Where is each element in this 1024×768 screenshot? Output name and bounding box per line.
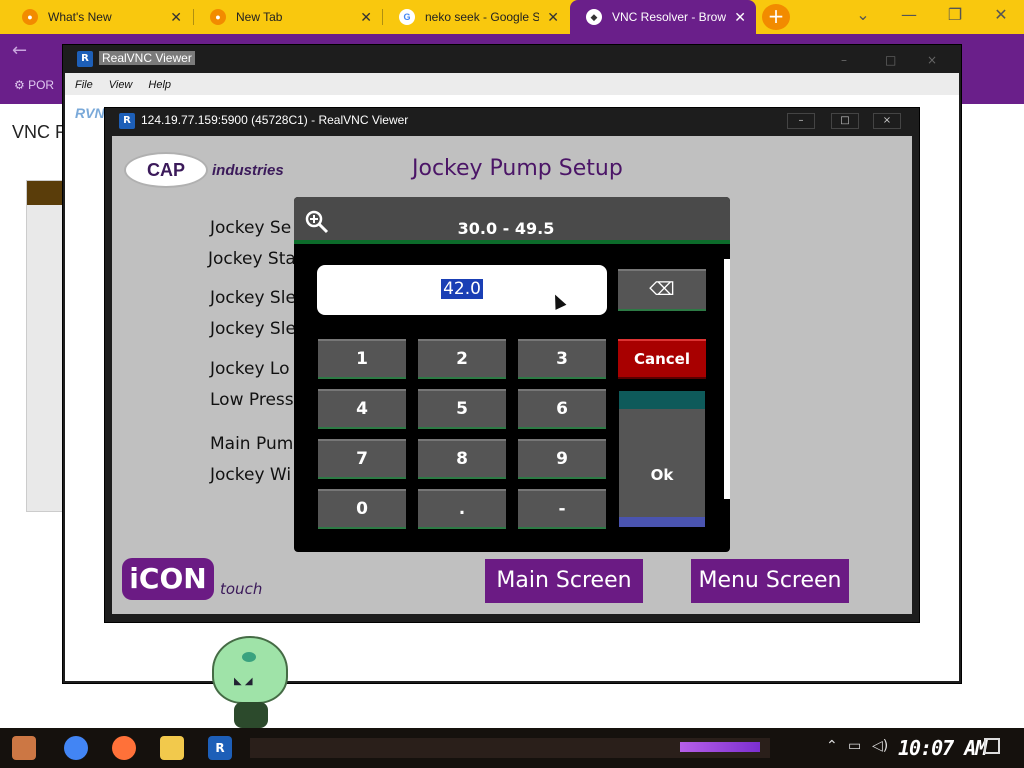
main-screen-button[interactable]: Main Screen [485,559,643,603]
thumbnail-header [27,181,67,205]
realvnc-logo-icon: R [77,51,93,67]
close-tab-icon[interactable]: ✕ [734,9,746,26]
mascot-body [234,702,268,728]
menu-view[interactable]: View [99,75,139,91]
mascot-head [212,636,288,704]
key-1[interactable]: 1 [318,339,406,379]
key-6[interactable]: 6 [518,389,606,429]
menu-file[interactable]: File [65,75,99,91]
close-tab-icon[interactable]: ✕ [170,9,182,26]
setting-label: Jockey Sle [210,288,296,308]
close-tab-icon[interactable]: ✕ [547,9,559,26]
realvnc-logo-icon: R [119,113,135,129]
chrome-favicon-icon: ● [22,9,38,25]
outer-window-title: RealVNC Viewer [99,51,195,65]
new-tab-button[interactable]: + [762,4,790,30]
key-4[interactable]: 4 [318,389,406,429]
setting-label: Jockey Se [210,218,292,238]
taskbar-accent [680,742,760,752]
ok-button[interactable]: Ok [619,391,705,527]
numeric-keypad-dialog: 30.0 - 49.5 42.0 ⌫ 1 2 3 Cancel 4 5 6 Ok… [294,197,730,552]
tab-whats-new[interactable]: ● What's New ✕ [6,0,192,34]
cap-industries-text: industries [212,162,284,179]
key-8[interactable]: 8 [418,439,506,479]
tab-neko-seek[interactable]: G neko seek - Google Se ✕ [383,0,569,34]
tab-label: What's New [48,10,112,24]
outer-maximize-button[interactable]: □ [885,53,896,67]
inner-maximize-button[interactable]: □ [831,113,859,129]
firefox-icon[interactable] [112,736,136,760]
window-minimize-button[interactable]: — [886,5,932,24]
taskbar: R ⌃ ▭ ◁) 10:07 AM [0,728,1024,768]
folder-icon[interactable] [160,736,184,760]
menu-help[interactable]: Help [138,75,177,91]
menu-screen-button[interactable]: Menu Screen [691,559,849,603]
mascot-gem [242,652,256,662]
backspace-button[interactable]: ⌫ [618,269,706,311]
vnc-resolver-favicon-icon: ◆ [586,9,602,25]
outer-window-titlebar[interactable]: R RealVNC Viewer – □ × [63,45,961,73]
icon-touch-subtitle: touch [220,580,263,598]
volume-icon[interactable]: ◁) [872,738,888,754]
page-title: Jockey Pump Setup [412,156,623,181]
window-restore-button[interactable]: ❐ [932,5,978,24]
realvnc-icon[interactable]: R [208,736,232,760]
google-favicon-icon: G [399,9,415,25]
outer-close-button[interactable]: × [927,53,937,67]
key-5[interactable]: 5 [418,389,506,429]
setting-label: Jockey Sta [208,249,296,269]
tab-label: New Tab [236,10,283,24]
setting-label: Jockey Wi [210,465,292,485]
setting-label: Jockey Sle [210,319,296,339]
value-input-field[interactable]: 42.0 [317,265,607,315]
window-close-button[interactable]: ✕ [978,5,1024,24]
key-9[interactable]: 9 [518,439,606,479]
setting-label: Main Pum [210,434,294,454]
keypad-header: 30.0 - 49.5 [294,197,730,244]
setting-label: Jockey Lo [210,359,290,379]
icon-touch-logo: iCON [122,558,214,600]
keypad-edge [724,259,730,499]
cap-logo: CAP [124,152,208,188]
system-clock[interactable]: 10:07 AM [898,736,987,760]
cancel-button[interactable]: Cancel [618,339,706,379]
close-tab-icon[interactable]: ✕ [360,9,372,26]
bookmark-item[interactable]: ⚙ POR [14,78,54,92]
mascot-eyes: ◣ ◢ [234,676,253,687]
value-text: 42.0 [441,279,483,299]
notification-icon[interactable] [984,738,1000,754]
key-7[interactable]: 7 [318,439,406,479]
back-arrow-icon[interactable]: ← [12,40,27,61]
tab-label: neko seek - Google Se [425,10,540,24]
inner-close-button[interactable]: × [873,113,901,129]
inner-minimize-button[interactable]: – [787,113,815,129]
tab-vnc-resolver[interactable]: ◆ VNC Resolver - Brows ✕ [570,0,756,34]
inner-window-titlebar[interactable]: R 124.19.77.159:5900 (45728C1) - RealVNC… [105,108,919,134]
start-icon[interactable] [12,736,36,760]
desktop-mascot[interactable]: ◣ ◢ [212,636,288,728]
chrome-icon[interactable] [64,736,88,760]
key-minus[interactable]: - [518,489,606,529]
chrome-favicon-icon: ● [210,9,226,25]
key-decimal[interactable]: . [418,489,506,529]
tab-label: VNC Resolver - Brows [612,10,727,24]
value-range: 30.0 - 49.5 [457,219,555,238]
tab-new-tab[interactable]: ● New Tab ✕ [194,0,382,34]
key-2[interactable]: 2 [418,339,506,379]
network-icon[interactable]: ▭ [848,738,861,754]
page-side-thumbnail [26,180,67,512]
key-3[interactable]: 3 [518,339,606,379]
outer-minimize-button[interactable]: – [841,53,847,67]
bookmark-label: POR [28,78,55,92]
setting-label: Low Press [210,390,294,410]
key-0[interactable]: 0 [318,489,406,529]
tab-search-dropdown-icon[interactable]: ⌄ [840,5,886,24]
browser-tab-bar: ● What's New ✕ ● New Tab ✕ G neko seek -… [0,0,1024,34]
inner-window-title: 124.19.77.159:5900 (45728C1) - RealVNC V… [141,113,409,127]
outer-menubar: File View Help [65,73,959,95]
chevron-up-icon[interactable]: ⌃ [826,738,838,754]
